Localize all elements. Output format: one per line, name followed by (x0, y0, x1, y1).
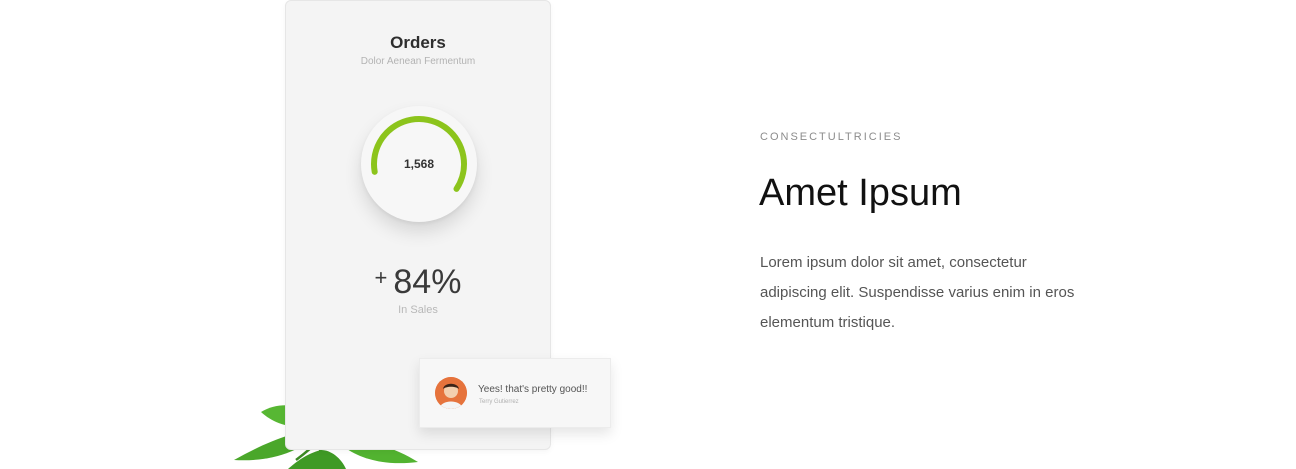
section-body: Lorem ipsum dolor sit amet, consectetur … (760, 254, 1075, 331)
card-subtitle: Dolor Aenean Fermentum (360, 56, 476, 67)
chat-bubble: Yees! that's pretty good!! Terry Gutierr… (419, 358, 611, 428)
gauge-value: 1,568 (403, 157, 435, 171)
stat-sign: + (374, 265, 388, 290)
orders-gauge: 1,568 (361, 106, 477, 222)
chat-author: Terry Gutierrez (479, 399, 519, 405)
sales-stat: +84% (286, 263, 550, 302)
stat-value: 84% (393, 263, 462, 301)
section-eyebrow: CONSECTULTRICIES (760, 131, 903, 143)
stat-label: In Sales (398, 304, 438, 316)
section-headline: Amet Ipsum (759, 172, 962, 214)
card-title: Orders (390, 33, 446, 52)
user-avatar (435, 377, 467, 409)
chat-message: Yees! that's pretty good!! (478, 384, 588, 395)
